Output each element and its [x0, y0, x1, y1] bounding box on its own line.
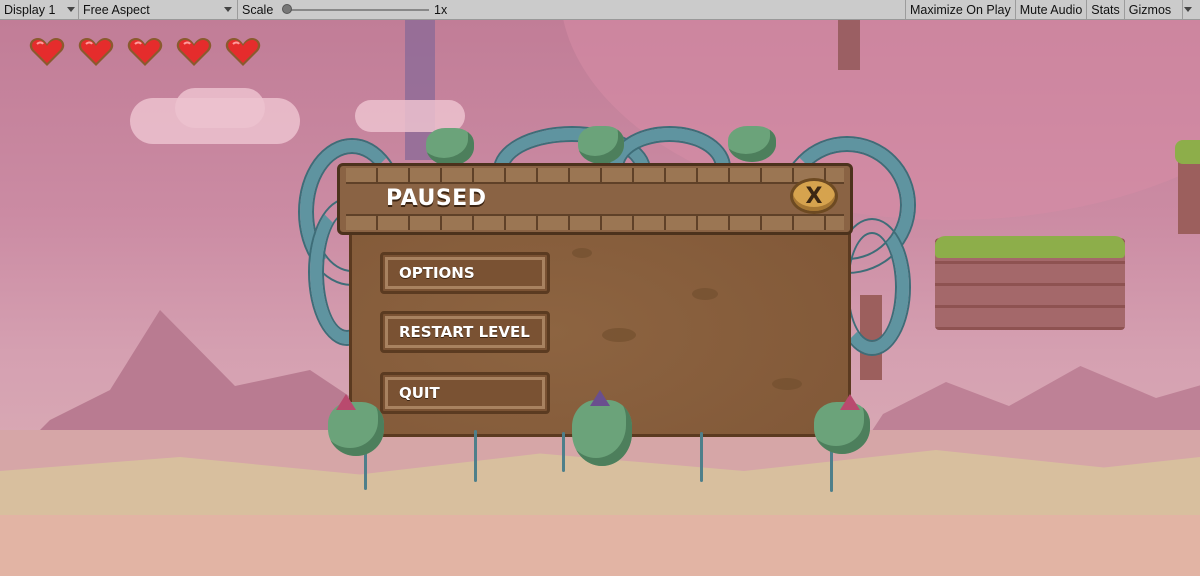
scale-label: Scale [242, 2, 274, 17]
plant-decoration [572, 400, 632, 466]
edge-platform-grass [1175, 140, 1200, 164]
dirt-spot [772, 378, 802, 390]
quit-button-label: QUIT [399, 384, 440, 402]
leaf-decoration [840, 394, 860, 410]
platform-grass [935, 236, 1125, 258]
restart-level-button[interactable]: RESTART LEVEL [380, 311, 550, 353]
heart-icon [126, 36, 164, 68]
dirt-spot [692, 288, 718, 300]
aspect-dropdown[interactable]: Free Aspect [79, 0, 238, 19]
mute-audio-toggle[interactable]: Mute Audio [1016, 0, 1088, 19]
maximize-on-play-toggle[interactable]: Maximize On Play [906, 0, 1016, 19]
health-bar [28, 36, 262, 68]
dropdown-arrow-icon [224, 7, 232, 12]
plant-decoration [328, 402, 384, 456]
gizmos-label: Gizmos [1128, 2, 1172, 17]
pause-title: PAUSED [386, 186, 487, 211]
plant-decoration [578, 126, 624, 164]
cloud [175, 88, 265, 128]
foreground-ground [0, 515, 1200, 576]
stats-label: Stats [1091, 2, 1120, 17]
game-view-toolbar: Display 1 Free Aspect Scale 1x Maximize … [0, 0, 1200, 20]
title-bar-bricks [346, 168, 844, 184]
scale-slider-track[interactable] [286, 9, 429, 11]
dropdown-arrow-icon [1183, 7, 1192, 12]
background-pillar-right [838, 20, 860, 70]
heart-icon [224, 36, 262, 68]
hanging-vine [562, 432, 565, 472]
leaf-decoration [590, 390, 610, 406]
hanging-vine [700, 432, 703, 482]
display-dropdown[interactable]: Display 1 [0, 0, 79, 19]
options-button[interactable]: OPTIONS [380, 252, 550, 294]
close-icon: X [805, 183, 823, 209]
aspect-label: Free Aspect [83, 2, 150, 17]
heart-icon [175, 36, 213, 68]
scale-value: 1x [434, 2, 448, 17]
maximize-label: Maximize On Play [910, 2, 1011, 17]
scale-slider-thumb[interactable] [282, 4, 292, 14]
mute-label: Mute Audio [1019, 2, 1083, 17]
heart-icon [77, 36, 115, 68]
hanging-vine [474, 430, 477, 482]
heart-icon [28, 36, 66, 68]
gizmos-toggle[interactable]: Gizmos [1125, 0, 1183, 19]
gizmos-dropdown[interactable] [1183, 0, 1193, 19]
options-button-label: OPTIONS [399, 264, 475, 282]
stats-toggle[interactable]: Stats [1087, 0, 1125, 19]
restart-level-button-label: RESTART LEVEL [399, 323, 530, 341]
title-bar-bricks [346, 214, 844, 230]
plant-decoration [426, 128, 474, 166]
plant-decoration [728, 126, 776, 162]
dirt-spot [602, 328, 636, 342]
leaf-decoration [336, 394, 356, 410]
display-label: Display 1 [4, 2, 56, 17]
dirt-spot [572, 248, 592, 258]
close-button[interactable]: X [790, 178, 838, 214]
dropdown-arrow-icon [67, 7, 75, 12]
quit-button[interactable]: QUIT [380, 372, 550, 414]
